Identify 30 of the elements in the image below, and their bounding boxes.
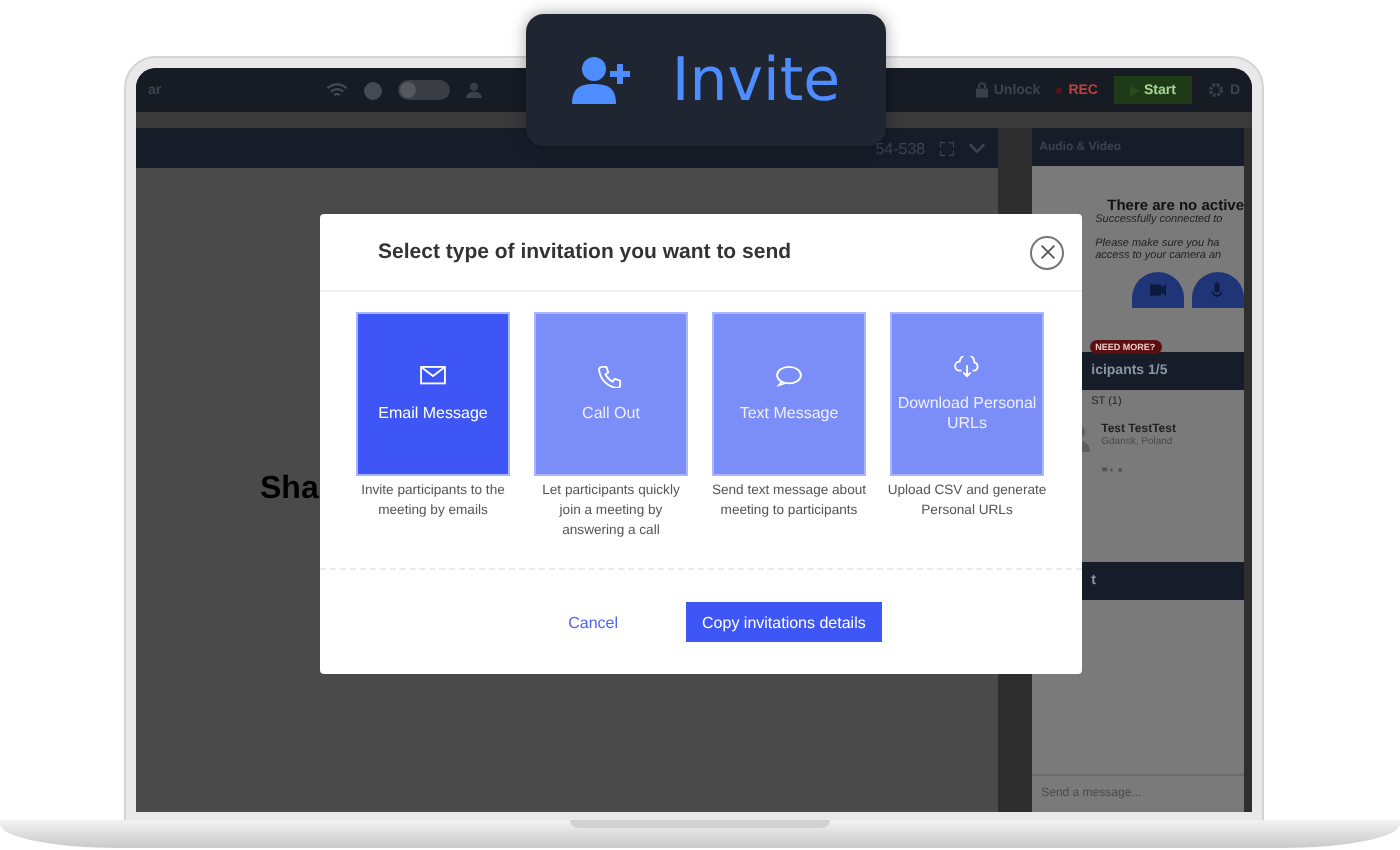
- record-dot-icon: [1056, 87, 1063, 93]
- microphone-button[interactable]: [1191, 272, 1244, 308]
- add-user-icon: [571, 56, 632, 104]
- invitation-option[interactable]: Call Out: [534, 312, 688, 476]
- toggle-switch[interactable]: [397, 80, 450, 100]
- fullscreen-icon: [939, 141, 954, 155]
- share-heading: Sha: [260, 472, 319, 508]
- lock-icon: [975, 82, 988, 98]
- cloud-download-icon: [954, 355, 980, 377]
- settings-icon: [1207, 82, 1224, 98]
- wifi-icon: [325, 81, 348, 99]
- copy-button[interactable]: Copy invitations details: [686, 602, 882, 642]
- dialog-title: Select type of invitation you want to send: [378, 240, 792, 264]
- invitation-option[interactable]: Text Message: [712, 312, 866, 476]
- phone-icon: [598, 365, 624, 387]
- device-icons: [1101, 466, 1128, 474]
- camera-icon: [1149, 284, 1166, 296]
- microphone-icon: [1212, 282, 1223, 298]
- speech-bubble-icon: [776, 365, 802, 387]
- close-icon: [1039, 244, 1055, 260]
- invite-button[interactable]: Invite: [526, 14, 886, 146]
- chevron-down-icon: [967, 142, 986, 154]
- info-icon: [363, 81, 382, 99]
- invitation-option[interactable]: Email Message: [356, 312, 510, 476]
- user-icon: [465, 82, 482, 98]
- close-button[interactable]: [1030, 235, 1064, 269]
- envelope-icon: [420, 365, 446, 387]
- cancel-button[interactable]: Cancel: [568, 613, 619, 631]
- invitation-option[interactable]: Download Personal URLs: [890, 312, 1044, 476]
- camera-button[interactable]: [1131, 272, 1184, 308]
